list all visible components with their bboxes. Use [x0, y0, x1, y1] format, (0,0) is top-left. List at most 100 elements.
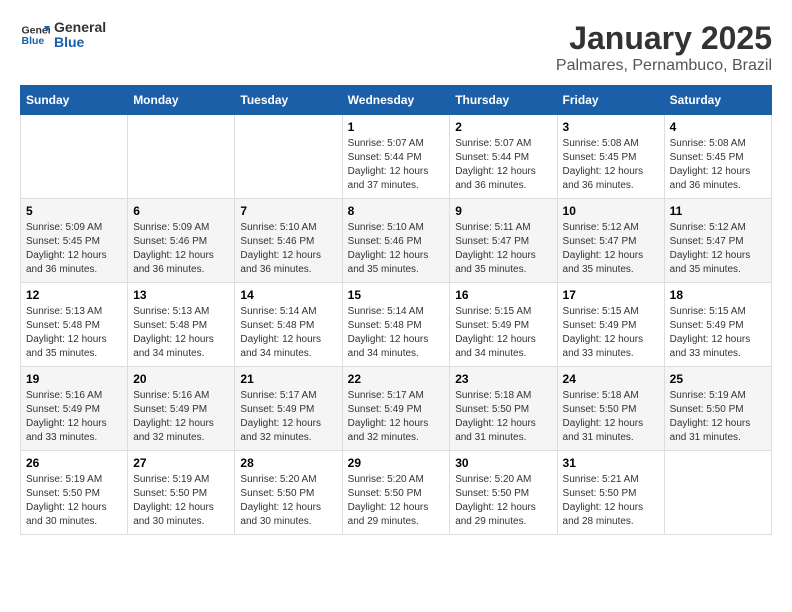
logo-line1: General: [54, 20, 106, 35]
calendar-cell: [664, 451, 771, 535]
svg-text:Blue: Blue: [22, 35, 45, 47]
calendar-cell: 26Sunrise: 5:19 AM Sunset: 5:50 PM Dayli…: [21, 451, 128, 535]
weekday-header-row: SundayMondayTuesdayWednesdayThursdayFrid…: [21, 86, 772, 115]
day-number: 30: [455, 456, 551, 470]
calendar-cell: 30 Sunrise: 5:20 AM Sunset: 5:50 PM Dayli…: [450, 451, 557, 535]
calendar-table: SundayMondayTuesdayWednesdayThursdayFrid…: [20, 85, 772, 535]
day-info: Sunrise: 5:19 AM Sunset: 5:50 PM Dayligh…: [26, 473, 122, 529]
day-number: 31: [563, 456, 659, 470]
day-info: Sunrise: 5:15 AM Sunset: 5:49 PM Dayligh…: [455, 305, 551, 361]
calendar-week-3: 12 Sunrise: 5:13 AM Sunset: 5:48 PM Dayli…: [21, 283, 772, 367]
page-title: January 2025: [556, 20, 772, 57]
calendar-cell: 20Sunrise: 5:16 AM Sunset: 5:49 PM Dayli…: [128, 367, 235, 451]
day-number: 23: [455, 372, 551, 386]
day-info: Sunrise: 5:08 AM Sunset: 5:45 PM Dayligh…: [670, 137, 766, 193]
day-number: 27: [133, 456, 229, 470]
day-number: 5: [26, 204, 122, 218]
day-number: 17: [563, 288, 659, 302]
day-info: Sunrise: 5:14 AM Sunset: 5:48 PM Dayligh…: [240, 305, 336, 361]
calendar-week-2: 5Sunrise: 5:09 AM Sunset: 5:45 PM Daylig…: [21, 199, 772, 283]
title-section: January 2025 Palmares, Pernambuco, Brazi…: [556, 20, 772, 75]
calendar-cell: 3Sunrise: 5:08 AM Sunset: 5:45 PM Daylig…: [557, 115, 664, 199]
day-number: 9: [455, 204, 551, 218]
day-number: 10: [563, 204, 659, 218]
day-info: Sunrise: 5:08 AM Sunset: 5:45 PM Dayligh…: [563, 137, 659, 193]
calendar-cell: 21Sunrise: 5:17 AM Sunset: 5:49 PM Dayli…: [235, 367, 342, 451]
day-number: 29: [348, 456, 445, 470]
calendar-cell: 5Sunrise: 5:09 AM Sunset: 5:45 PM Daylig…: [21, 199, 128, 283]
day-number: 25: [670, 372, 766, 386]
calendar-cell: 6Sunrise: 5:09 AM Sunset: 5:46 PM Daylig…: [128, 199, 235, 283]
day-info: Sunrise: 5:20 AM Sunset: 5:50 PM Dayligh…: [348, 473, 445, 529]
day-info: Sunrise: 5:12 AM Sunset: 5:47 PM Dayligh…: [563, 221, 659, 277]
day-number: 12: [26, 288, 122, 302]
calendar-cell: 9Sunrise: 5:11 AM Sunset: 5:47 PM Daylig…: [450, 199, 557, 283]
weekday-header-friday: Friday: [557, 86, 664, 115]
day-info: Sunrise: 5:13 AM Sunset: 5:48 PM Dayligh…: [133, 305, 229, 361]
calendar-cell: 31 Sunrise: 5:21 AM Sunset: 5:50 PM Dayli…: [557, 451, 664, 535]
calendar-cell: 28Sunrise: 5:20 AM Sunset: 5:50 PM Dayli…: [235, 451, 342, 535]
day-info: Sunrise: 5:21 AM Sunset: 5:50 PM Dayligh…: [563, 473, 659, 529]
calendar-cell: [21, 115, 128, 199]
day-number: 2: [455, 120, 551, 134]
day-number: 18: [670, 288, 766, 302]
calendar-cell: 29 Sunrise: 5:20 AM Sunset: 5:50 PM Dayli…: [342, 451, 450, 535]
logo-icon: General Blue: [20, 20, 50, 50]
day-number: 1: [348, 120, 445, 134]
calendar-cell: 10 Sunrise: 5:12 AM Sunset: 5:47 PM Dayli…: [557, 199, 664, 283]
calendar-cell: 4 Sunrise: 5:08 AM Sunset: 5:45 PM Daylig…: [664, 115, 771, 199]
day-info: Sunrise: 5:12 AM Sunset: 5:47 PM Dayligh…: [670, 221, 766, 277]
day-info: Sunrise: 5:16 AM Sunset: 5:49 PM Dayligh…: [26, 389, 122, 445]
day-number: 13: [133, 288, 229, 302]
day-number: 7: [240, 204, 336, 218]
day-number: 8: [348, 204, 445, 218]
weekday-header-tuesday: Tuesday: [235, 86, 342, 115]
calendar-cell: 24 Sunrise: 5:18 AM Sunset: 5:50 PM Dayli…: [557, 367, 664, 451]
day-number: 19: [26, 372, 122, 386]
day-info: Sunrise: 5:20 AM Sunset: 5:50 PM Dayligh…: [455, 473, 551, 529]
day-info: Sunrise: 5:18 AM Sunset: 5:50 PM Dayligh…: [563, 389, 659, 445]
calendar-cell: 19 Sunrise: 5:16 AM Sunset: 5:49 PM Dayli…: [21, 367, 128, 451]
day-info: Sunrise: 5:07 AM Sunset: 5:44 PM Dayligh…: [348, 137, 445, 193]
day-info: Sunrise: 5:17 AM Sunset: 5:49 PM Dayligh…: [348, 389, 445, 445]
calendar-cell: 27 Sunrise: 5:19 AM Sunset: 5:50 PM Dayli…: [128, 451, 235, 535]
page-subtitle: Palmares, Pernambuco, Brazil: [556, 57, 772, 75]
calendar-cell: 7 Sunrise: 5:10 AM Sunset: 5:46 PM Daylig…: [235, 199, 342, 283]
calendar-cell: 25 Sunrise: 5:19 AM Sunset: 5:50 PM Dayli…: [664, 367, 771, 451]
day-info: Sunrise: 5:16 AM Sunset: 5:49 PM Dayligh…: [133, 389, 229, 445]
day-info: Sunrise: 5:15 AM Sunset: 5:49 PM Dayligh…: [670, 305, 766, 361]
day-number: 11: [670, 204, 766, 218]
calendar-cell: 15Sunrise: 5:14 AM Sunset: 5:48 PM Dayli…: [342, 283, 450, 367]
day-info: Sunrise: 5:19 AM Sunset: 5:50 PM Dayligh…: [133, 473, 229, 529]
day-info: Sunrise: 5:14 AM Sunset: 5:48 PM Dayligh…: [348, 305, 445, 361]
calendar-week-1: 1 Sunrise: 5:07 AM Sunset: 5:44 PM Daylig…: [21, 115, 772, 199]
calendar-cell: 18 Sunrise: 5:15 AM Sunset: 5:49 PM Dayli…: [664, 283, 771, 367]
day-number: 16: [455, 288, 551, 302]
calendar-cell: 16 Sunrise: 5:15 AM Sunset: 5:49 PM Dayli…: [450, 283, 557, 367]
header: General Blue General Blue January 2025 P…: [20, 20, 772, 75]
calendar-cell: 22 Sunrise: 5:17 AM Sunset: 5:49 PM Dayli…: [342, 367, 450, 451]
calendar-cell: 11 Sunrise: 5:12 AM Sunset: 5:47 PM Dayli…: [664, 199, 771, 283]
day-number: 14: [240, 288, 336, 302]
day-number: 4: [670, 120, 766, 134]
day-number: 22: [348, 372, 445, 386]
weekday-header-monday: Monday: [128, 86, 235, 115]
weekday-header-sunday: Sunday: [21, 86, 128, 115]
logo: General Blue General Blue: [20, 20, 106, 51]
calendar-cell: 8Sunrise: 5:10 AM Sunset: 5:46 PM Daylig…: [342, 199, 450, 283]
day-info: Sunrise: 5:10 AM Sunset: 5:46 PM Dayligh…: [240, 221, 336, 277]
calendar-cell: 12 Sunrise: 5:13 AM Sunset: 5:48 PM Dayli…: [21, 283, 128, 367]
day-number: 24: [563, 372, 659, 386]
calendar-cell: 2Sunrise: 5:07 AM Sunset: 5:44 PM Daylig…: [450, 115, 557, 199]
weekday-header-thursday: Thursday: [450, 86, 557, 115]
calendar-cell: 23 Sunrise: 5:18 AM Sunset: 5:50 PM Dayli…: [450, 367, 557, 451]
logo-line2: Blue: [54, 35, 106, 50]
day-info: Sunrise: 5:18 AM Sunset: 5:50 PM Dayligh…: [455, 389, 551, 445]
calendar-week-4: 19 Sunrise: 5:16 AM Sunset: 5:49 PM Dayli…: [21, 367, 772, 451]
weekday-header-saturday: Saturday: [664, 86, 771, 115]
calendar-week-5: 26Sunrise: 5:19 AM Sunset: 5:50 PM Dayli…: [21, 451, 772, 535]
day-info: Sunrise: 5:19 AM Sunset: 5:50 PM Dayligh…: [670, 389, 766, 445]
day-info: Sunrise: 5:13 AM Sunset: 5:48 PM Dayligh…: [26, 305, 122, 361]
day-number: 28: [240, 456, 336, 470]
calendar-cell: 1 Sunrise: 5:07 AM Sunset: 5:44 PM Daylig…: [342, 115, 450, 199]
